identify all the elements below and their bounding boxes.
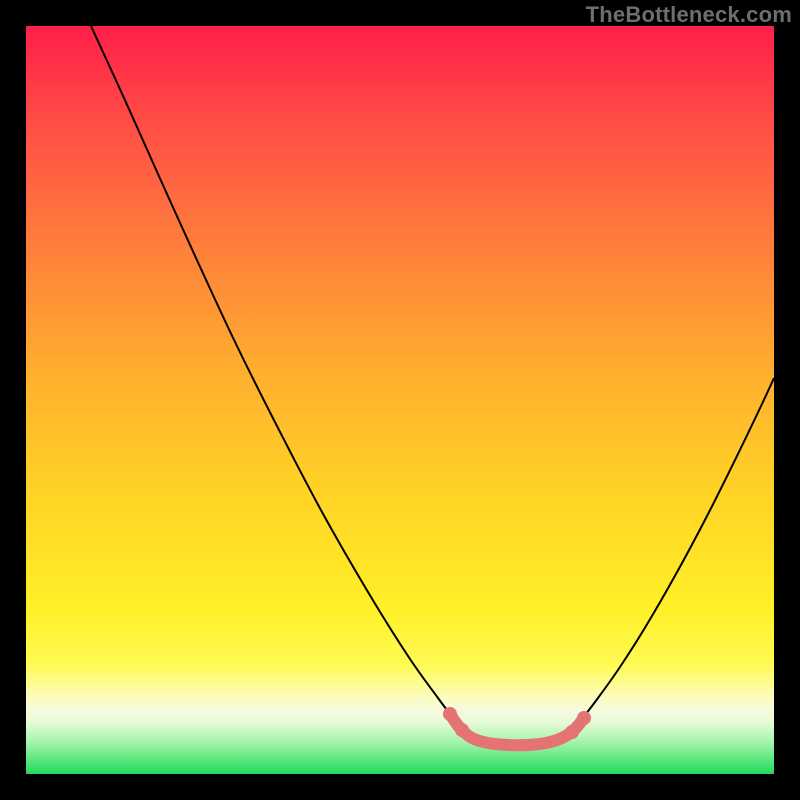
watermark-text: TheBottleneck.com <box>586 2 792 28</box>
dot-right-lower <box>565 725 579 739</box>
plot-area <box>26 26 774 774</box>
pink-valley-curve <box>450 714 584 745</box>
left-curve <box>91 26 456 722</box>
chart-frame: TheBottleneck.com <box>0 0 800 800</box>
pink-markers <box>443 707 591 739</box>
dot-right-upper <box>577 711 591 725</box>
chart-svg <box>26 26 774 774</box>
dot-left-upper <box>443 707 457 721</box>
right-curve <box>582 378 774 719</box>
dot-left-lower <box>455 723 469 737</box>
